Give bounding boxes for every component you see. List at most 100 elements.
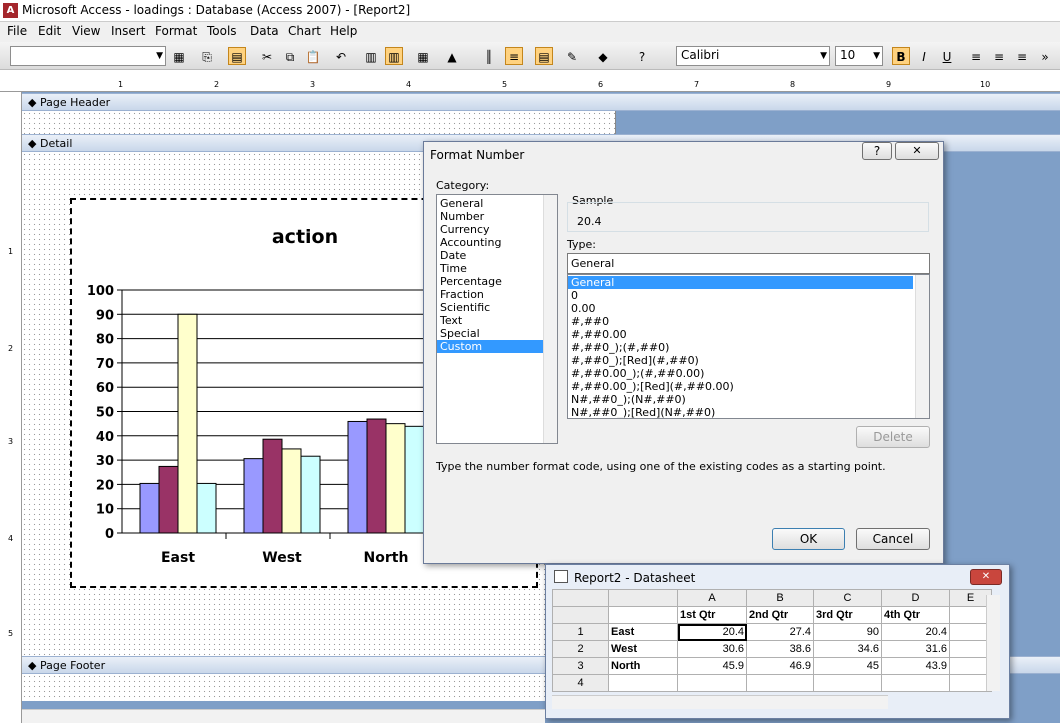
- type-item[interactable]: #,##0_);[Red](#,##0): [568, 354, 913, 367]
- data-cell[interactable]: [813, 674, 882, 692]
- type-item[interactable]: General: [568, 276, 913, 289]
- menu-help[interactable]: Help: [330, 24, 357, 38]
- row-number[interactable]: 2: [552, 640, 609, 658]
- object-selector[interactable]: ▼: [10, 46, 166, 66]
- type-item[interactable]: #,##0.00_);(#,##0.00): [568, 367, 913, 380]
- category-item[interactable]: Text: [437, 314, 557, 327]
- data-cell[interactable]: 38.6: [746, 640, 814, 658]
- datasheet-vertical-scrollbar[interactable]: [986, 595, 1000, 691]
- undo-icon[interactable]: ↶: [332, 47, 350, 65]
- column-letter[interactable]: C: [813, 589, 882, 607]
- page-header-grid[interactable]: [22, 111, 616, 134]
- help-icon[interactable]: ?: [633, 47, 651, 65]
- chart-type-icon[interactable]: ▲: [443, 47, 461, 65]
- dialog-help-button[interactable]: ?: [862, 142, 892, 160]
- menu-file[interactable]: File: [7, 24, 27, 38]
- data-cell[interactable]: 20.4: [881, 623, 950, 641]
- row-number[interactable]: 1: [552, 623, 609, 641]
- align-left-icon[interactable]: ≡: [967, 47, 985, 65]
- column-letter[interactable]: B: [746, 589, 814, 607]
- menu-data[interactable]: Data: [250, 24, 279, 38]
- category-item[interactable]: Number: [437, 210, 557, 223]
- data-cell[interactable]: 34.6: [813, 640, 882, 658]
- align-center-icon[interactable]: ≡: [990, 47, 1008, 65]
- category-item[interactable]: Date: [437, 249, 557, 262]
- row-label-cell[interactable]: East: [608, 623, 678, 641]
- type-item[interactable]: #,##0: [568, 315, 913, 328]
- menu-insert[interactable]: Insert: [111, 24, 145, 38]
- data-cell[interactable]: 90: [813, 623, 882, 641]
- paste-icon[interactable]: 📋: [304, 47, 322, 65]
- column-header-cell[interactable]: 2nd Qtr: [746, 606, 814, 624]
- column-header-cell[interactable]: 4th Qtr: [881, 606, 950, 624]
- type-input[interactable]: General: [567, 253, 930, 274]
- type-listbox[interactable]: General 0 0.00 #,##0 #,##0.00 #,##0_);(#,##0)…: [567, 274, 930, 419]
- row-number[interactable]: 3: [552, 657, 609, 675]
- type-item[interactable]: N#,##0_);(N#,##0): [568, 393, 913, 406]
- cell[interactable]: [608, 606, 678, 624]
- category-item[interactable]: Currency: [437, 223, 557, 236]
- category-item[interactable]: Percentage: [437, 275, 557, 288]
- type-item[interactable]: #,##0.00_);[Red](#,##0.00): [568, 380, 913, 393]
- copy-icon[interactable]: ⧉: [281, 47, 299, 65]
- type-item[interactable]: #,##0_);(#,##0): [568, 341, 913, 354]
- column-header-cell[interactable]: 3rd Qtr: [813, 606, 882, 624]
- column-letter[interactable]: D: [881, 589, 950, 607]
- delete-button[interactable]: Delete: [856, 426, 930, 448]
- view-datasheet-icon[interactable]: ▤: [228, 47, 246, 65]
- menu-edit[interactable]: Edit: [38, 24, 61, 38]
- data-cell[interactable]: 46.9: [746, 657, 814, 675]
- cut-icon[interactable]: ✂: [258, 47, 276, 65]
- ok-button[interactable]: OK: [772, 528, 845, 550]
- menu-format[interactable]: Format: [155, 24, 197, 38]
- by-column-icon[interactable]: ▥: [385, 47, 403, 65]
- datasheet-horizontal-scrollbar[interactable]: [552, 695, 888, 709]
- category-item[interactable]: Accounting: [437, 236, 557, 249]
- menu-chart[interactable]: Chart: [288, 24, 321, 38]
- italic-button[interactable]: I: [915, 47, 933, 65]
- data-cell[interactable]: [677, 674, 747, 692]
- data-cell[interactable]: [881, 674, 950, 692]
- row-number[interactable]: 4: [552, 674, 609, 692]
- font-size-combo[interactable]: 10 ▼: [835, 46, 883, 66]
- category-item[interactable]: Time: [437, 262, 557, 275]
- category-axis-gridlines-icon[interactable]: ║: [480, 47, 498, 65]
- type-item[interactable]: N#,##0_);[Red](N#,##0): [568, 406, 913, 418]
- type-scrollbar[interactable]: [915, 275, 929, 418]
- page-header-band[interactable]: ◆ Page Header: [22, 93, 1060, 111]
- column-letter[interactable]: A: [677, 589, 747, 607]
- bold-button[interactable]: B: [892, 47, 910, 65]
- data-table-icon[interactable]: ▦: [414, 47, 432, 65]
- category-item[interactable]: Special: [437, 327, 557, 340]
- align-right-icon[interactable]: ≡: [1013, 47, 1031, 65]
- type-item[interactable]: 0.00: [568, 302, 913, 315]
- drawing-icon[interactable]: ✎: [563, 47, 581, 65]
- design-horizontal-scrollbar[interactable]: [22, 709, 545, 723]
- fill-color-icon[interactable]: ◆: [594, 47, 612, 65]
- data-cell[interactable]: 43.9: [881, 657, 950, 675]
- corner-cell[interactable]: [552, 589, 609, 607]
- data-cell[interactable]: 20.4: [677, 623, 747, 641]
- row-header[interactable]: [552, 606, 609, 624]
- menu-tools[interactable]: Tools: [207, 24, 237, 38]
- category-item[interactable]: Custom: [437, 340, 557, 353]
- legend-icon[interactable]: ▤: [535, 47, 553, 65]
- category-item[interactable]: General: [437, 197, 557, 210]
- more-options-icon[interactable]: »: [1036, 47, 1054, 65]
- import-file-icon[interactable]: ⎘: [198, 47, 216, 65]
- category-item[interactable]: Scientific: [437, 301, 557, 314]
- category-listbox[interactable]: General Number Currency Accounting Date Time P…: [436, 194, 558, 444]
- type-item[interactable]: #,##0.00: [568, 328, 913, 341]
- menu-view[interactable]: View: [72, 24, 100, 38]
- font-name-combo[interactable]: Calibri ▼: [676, 46, 830, 66]
- format-object-icon[interactable]: ▦: [170, 47, 188, 65]
- page-footer-grid[interactable]: [22, 674, 616, 701]
- column-header-cell[interactable]: 1st Qtr: [677, 606, 747, 624]
- underline-button[interactable]: U: [938, 47, 956, 65]
- type-item[interactable]: 0: [568, 289, 913, 302]
- row-label-cell[interactable]: [608, 674, 678, 692]
- cancel-button[interactable]: Cancel: [856, 528, 930, 550]
- value-axis-gridlines-icon[interactable]: ≡: [505, 47, 523, 65]
- datasheet-close-button[interactable]: ✕: [970, 569, 1002, 585]
- data-cell[interactable]: 31.6: [881, 640, 950, 658]
